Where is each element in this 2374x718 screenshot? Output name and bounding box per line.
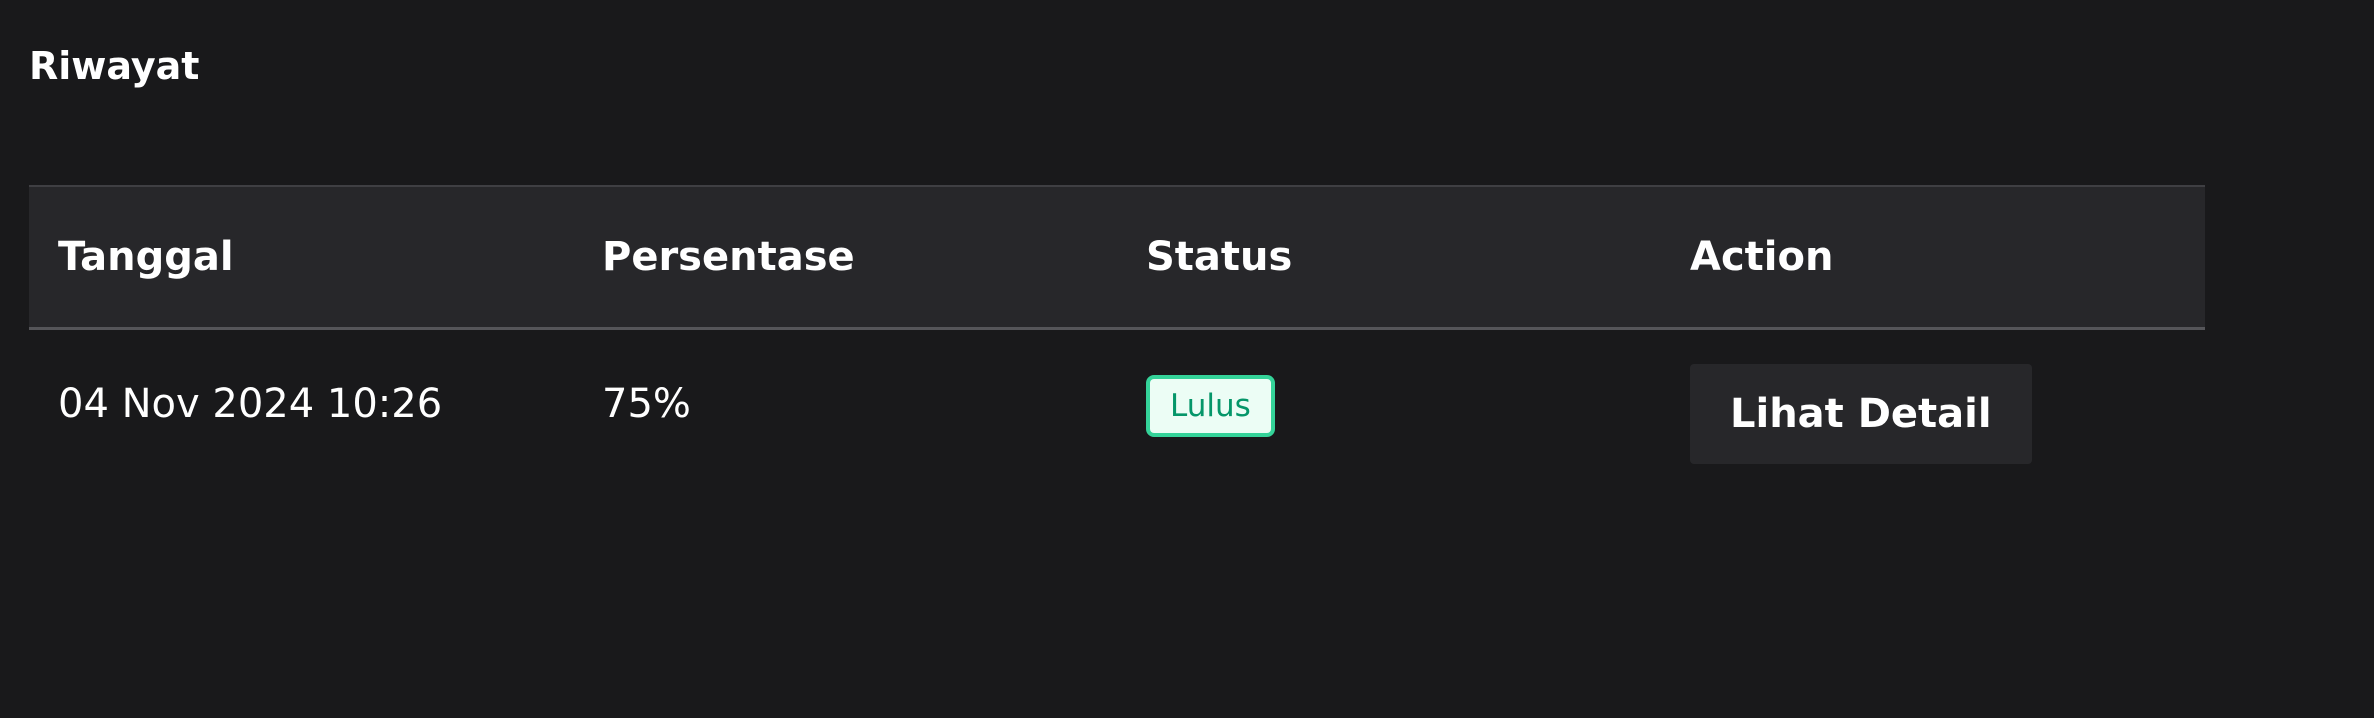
column-header-date: Tanggal: [29, 185, 573, 330]
status-badge: Lulus: [1146, 375, 1275, 437]
column-header-status: Status: [1117, 185, 1661, 330]
column-header-percentage: Persentase: [573, 185, 1117, 330]
table-row: 04 Nov 2024 10:26 75% Lulus Lihat Detail: [29, 329, 2205, 479]
cell-date: 04 Nov 2024 10:26: [58, 381, 443, 427]
cell-action: Lihat Detail: [1661, 329, 2205, 479]
table-body: 04 Nov 2024 10:26 75% Lulus Lihat Detail: [29, 329, 2205, 479]
cell-status: Lulus: [1117, 329, 1661, 479]
table-header-row: Tanggal Persentase Status Action: [29, 185, 2205, 330]
history-table: Tanggal Persentase Status Action 04 Nov …: [29, 185, 2205, 478]
table-header: Tanggal Persentase Status Action: [29, 185, 2205, 330]
cell-percentage: 75%: [602, 381, 691, 427]
view-detail-button[interactable]: Lihat Detail: [1690, 364, 2032, 464]
page-title: Riwayat: [29, 44, 200, 88]
column-header-action: Action: [1661, 185, 2205, 330]
